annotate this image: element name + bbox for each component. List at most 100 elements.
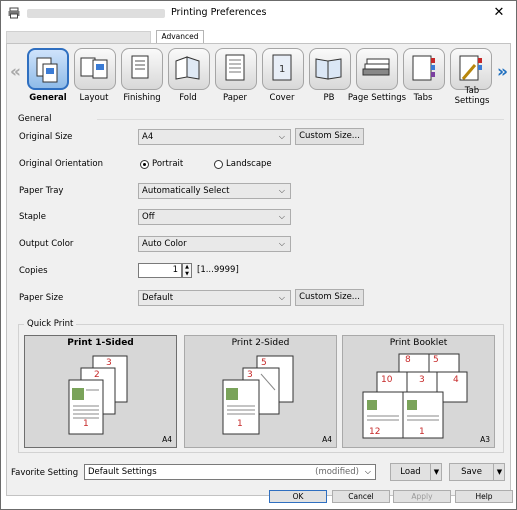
paper-icon[interactable] <box>215 48 257 90</box>
tabs-icon[interactable] <box>403 48 445 90</box>
title-bar[interactable]: Printing Preferences ✕ <box>1 1 516 26</box>
page-number: 1 <box>237 419 243 429</box>
page-number: 5 <box>433 355 439 365</box>
load-split-button[interactable]: Load ▼ <box>390 463 442 481</box>
help-button[interactable]: Help <box>455 490 513 503</box>
fold-icon[interactable] <box>168 48 210 90</box>
toolbar-label-tab-settings: Tab Settings <box>454 86 490 106</box>
page-number: 3 <box>247 370 253 380</box>
staple-select[interactable]: Off ⌵ <box>138 209 291 225</box>
paper-size-badge: A3 <box>480 435 490 444</box>
toolbar-label-layout: Layout <box>79 93 109 103</box>
page-number: 5 <box>261 358 267 368</box>
load-button[interactable]: Load <box>391 464 430 480</box>
landscape-radio[interactable] <box>214 160 223 169</box>
toolbar-label-general: General <box>29 93 67 103</box>
toolbar-label-cover: Cover <box>269 93 295 103</box>
landscape-label: Landscape <box>226 159 272 169</box>
staple-label: Staple <box>19 212 46 222</box>
save-button[interactable]: Save <box>450 464 493 480</box>
tab-settings-icon[interactable] <box>450 48 492 90</box>
paper-size-badge: A4 <box>322 435 332 444</box>
general-icon[interactable] <box>27 48 69 90</box>
one-sided-pages-illustration: 3 2 1 <box>68 355 128 435</box>
spin-up-icon[interactable]: ▲ <box>183 264 191 271</box>
page-number: 8 <box>405 355 411 365</box>
chevron-down-icon: ⌵ <box>278 239 285 248</box>
chevron-down-icon: ⌵ <box>278 186 285 195</box>
ok-button[interactable]: OK <box>269 490 327 503</box>
output-color-label: Output Color <box>19 239 74 249</box>
printer-icon <box>8 7 20 19</box>
portrait-radio[interactable] <box>140 160 149 169</box>
scroll-left-icon[interactable]: « <box>10 62 21 82</box>
quick-print-name: Print 1-Sided <box>67 338 134 348</box>
page-number: 12 <box>369 427 380 437</box>
two-sided-pages-illustration: 5 3 1 <box>222 355 294 435</box>
modified-indicator: (modified) <box>315 467 359 477</box>
page-number: 1 <box>419 427 425 437</box>
output-color-select[interactable]: Auto Color ⌵ <box>138 236 291 252</box>
apply-button[interactable]: Apply <box>393 490 451 503</box>
page-number: 3 <box>419 375 425 385</box>
quick-print-booklet[interactable]: Print Booklet 8 5 10 3 4 12 1 A3 <box>342 335 495 448</box>
cancel-button[interactable]: Cancel <box>332 490 390 503</box>
paper-tray-select[interactable]: Automatically Select ⌵ <box>138 183 291 199</box>
toolbar-label-fold: Fold <box>179 93 197 103</box>
page-number: 3 <box>106 358 112 368</box>
chevron-down-icon: ⌵ <box>278 212 285 221</box>
copies-range: [1...9999] <box>197 265 239 275</box>
printing-preferences-window: Printing Preferences ✕ Advanced « » Gene… <box>0 0 517 510</box>
section-title-general: General <box>18 114 52 124</box>
copies-stepper[interactable]: ▲ ▼ <box>182 263 192 278</box>
paper-size-badge: A4 <box>162 435 172 444</box>
page-number: 4 <box>453 375 459 385</box>
tab-advanced[interactable]: Advanced <box>156 30 204 43</box>
chevron-down-icon: ⌵ <box>278 293 285 302</box>
window-title: Printing Preferences <box>171 7 267 18</box>
chevron-down-icon: ⌵ <box>364 467 371 476</box>
pb-icon[interactable] <box>309 48 351 90</box>
copies-label: Copies <box>19 266 48 276</box>
settings-panel: « » General Layout Finishing Fold Paper … <box>6 43 511 496</box>
paper-custom-size-button[interactable]: Custom Size... <box>295 289 364 306</box>
save-split-button[interactable]: Save ▼ <box>449 463 505 481</box>
favorite-setting-value: Default Settings <box>88 467 157 477</box>
quick-print-name: Print Booklet <box>389 338 448 348</box>
toolbar-label-tabs: Tabs <box>413 93 433 103</box>
page-number: 2 <box>94 370 100 380</box>
quick-print-2-sided[interactable]: Print 2-Sided 5 3 1 A4 <box>184 335 337 448</box>
page-number: 1 <box>83 419 89 429</box>
chevron-down-icon: ⌵ <box>278 132 285 141</box>
load-dropdown-icon[interactable]: ▼ <box>430 464 442 480</box>
portrait-label: Portrait <box>152 159 184 169</box>
section-divider <box>97 119 504 120</box>
layout-icon[interactable] <box>74 48 116 90</box>
save-dropdown-icon[interactable]: ▼ <box>493 464 505 480</box>
finishing-icon[interactable] <box>121 48 163 90</box>
paper-tray-label: Paper Tray <box>19 186 64 196</box>
tab-redacted[interactable] <box>6 31 151 43</box>
original-custom-size-button[interactable]: Custom Size... <box>295 128 364 145</box>
original-size-select[interactable]: A4 ⌵ <box>138 129 291 145</box>
original-size-label: Original Size <box>19 132 73 142</box>
quick-print-1-sided[interactable]: Print 1-Sided 3 2 1 A4 <box>24 335 177 448</box>
copies-input[interactable]: 1 <box>138 263 182 278</box>
scroll-right-icon[interactable]: » <box>497 62 508 82</box>
spin-down-icon[interactable]: ▼ <box>183 271 191 278</box>
paper-size-label: Paper Size <box>19 293 64 303</box>
page-settings-icon[interactable] <box>356 48 398 90</box>
cover-icon[interactable]: 1 <box>262 48 304 90</box>
redacted-printer-name <box>27 9 165 18</box>
toolbar-label-finishing: Finishing <box>123 93 161 103</box>
svg-text:1: 1 <box>279 64 285 75</box>
page-number: 10 <box>381 375 393 385</box>
original-orientation-label: Original Orientation <box>19 159 103 169</box>
paper-size-select[interactable]: Default ⌵ <box>138 290 291 306</box>
favorite-setting-label: Favorite Setting <box>11 468 79 478</box>
quick-print-name: Print 2-Sided <box>231 338 290 348</box>
booklet-pages-illustration: 8 5 10 3 4 12 1 <box>362 353 468 439</box>
close-icon[interactable]: ✕ <box>489 4 509 22</box>
favorite-setting-select[interactable]: Default Settings (modified) ⌵ <box>84 464 376 480</box>
quick-print-title: Quick Print <box>24 319 77 329</box>
